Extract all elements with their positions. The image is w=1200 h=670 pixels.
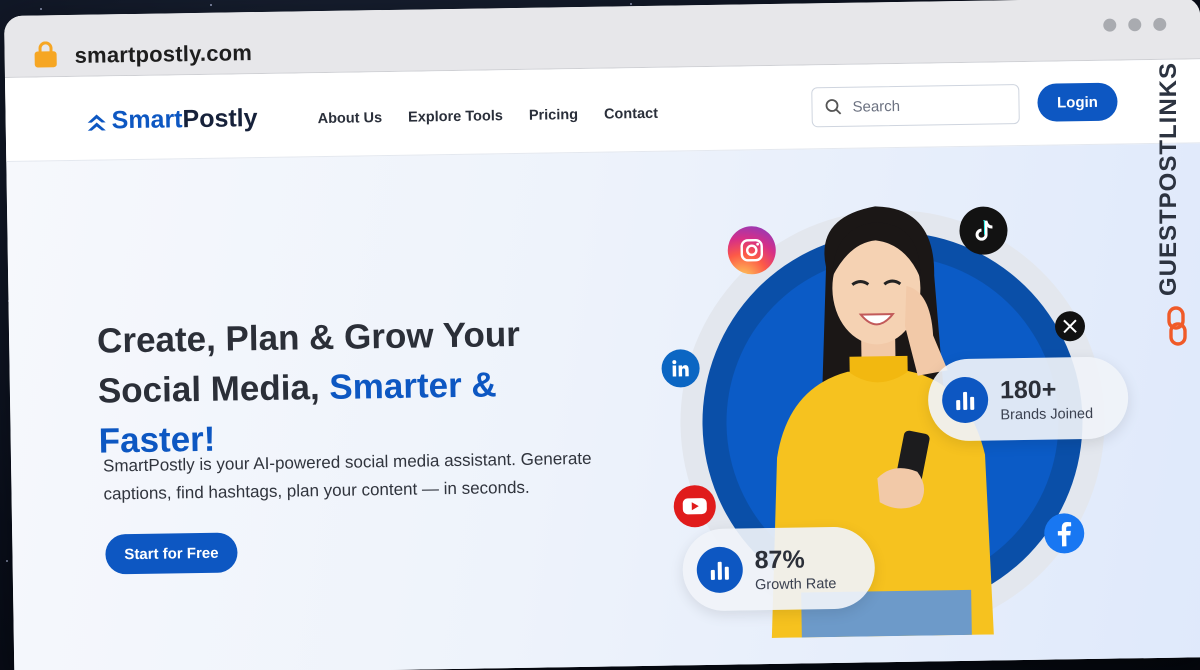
window-dot-icon[interactable] (1153, 17, 1167, 31)
login-button[interactable]: Login (1037, 82, 1118, 122)
nav-item-explore-tools[interactable]: Explore Tools (408, 108, 503, 125)
site-logo[interactable]: Smart Postly (85, 104, 258, 136)
stat-label: Growth Rate (754, 575, 837, 593)
nav-item-contact[interactable]: Contact (604, 106, 658, 123)
bar-chart-icon (941, 376, 989, 424)
stat-card-brands: 180+ Brands Joined (927, 356, 1129, 442)
watermark-text: GUESTPOSTLINKS (1155, 61, 1182, 296)
stat-label: Brands Joined (1000, 405, 1094, 423)
stat-card-growth: 87% Growth Rate (682, 526, 876, 612)
lock-icon (34, 41, 57, 68)
address-bar-url[interactable]: smartpostly.com (74, 40, 252, 69)
page-content: Smart Postly About Us Explore Tools Prici… (4, 59, 1200, 670)
window-controls (1103, 17, 1167, 32)
bar-chart-icon (696, 546, 744, 594)
chevron-up-logo-icon (87, 114, 106, 131)
top-nav: Smart Postly About Us Explore Tools Prici… (4, 59, 1200, 162)
stat-value: 87% (754, 544, 805, 574)
stat-value: 180+ (999, 375, 1057, 404)
window-dot-icon[interactable] (1128, 18, 1142, 32)
search-input[interactable] (852, 95, 1003, 116)
nav-item-about-us[interactable]: About Us (318, 110, 383, 127)
browser-window: smartpostly.com Smart Postly About Us Exp… (4, 0, 1200, 670)
chain-link-icon (1167, 306, 1187, 346)
search-box[interactable] (811, 84, 1020, 128)
facebook-icon[interactable] (1043, 513, 1085, 554)
nav-item-pricing[interactable]: Pricing (529, 107, 578, 124)
start-for-free-button[interactable]: Start for Free (105, 532, 238, 575)
main-menu: About Us Explore Tools Pricing Contact (318, 106, 659, 127)
logo-text-smart: Smart (111, 105, 183, 135)
hero-title: Create, Plan & Grow Your Social Media, S… (97, 308, 619, 466)
hero-subtitle: SmartPostly is your AI-powered social me… (102, 448, 592, 504)
logo-text-postly: Postly (182, 104, 258, 134)
watermark: GUESTPOSTLINKS (1152, 50, 1198, 360)
window-dot-icon[interactable] (1103, 18, 1117, 32)
search-icon (825, 99, 842, 115)
